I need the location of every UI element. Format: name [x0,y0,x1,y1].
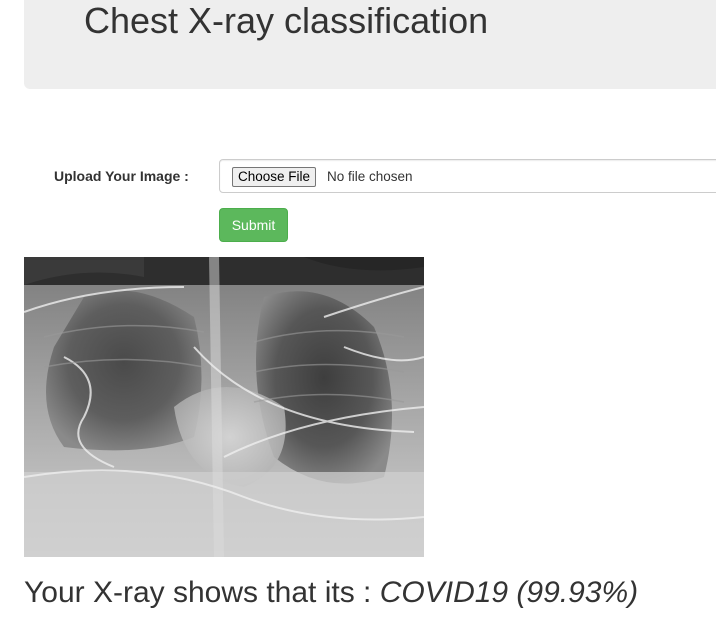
page-title: Chest X-ray classification [84,0,489,41]
file-input[interactable]: Choose File No file chosen [219,159,716,193]
header-jumbotron: Chest X-ray classification [24,0,716,89]
xray-image [24,257,424,557]
upload-label: Upload Your Image : [54,168,189,184]
result-prefix: Your X-ray shows that its : [24,576,372,609]
result-text: Your X-ray shows that its : COVID19 (99.… [24,574,638,612]
prediction-value: COVID19 (99.93%) [379,576,639,609]
choose-file-button[interactable]: Choose File [232,167,317,187]
submit-button[interactable]: Submit [219,208,288,242]
file-status-text: No file chosen [327,169,413,184]
